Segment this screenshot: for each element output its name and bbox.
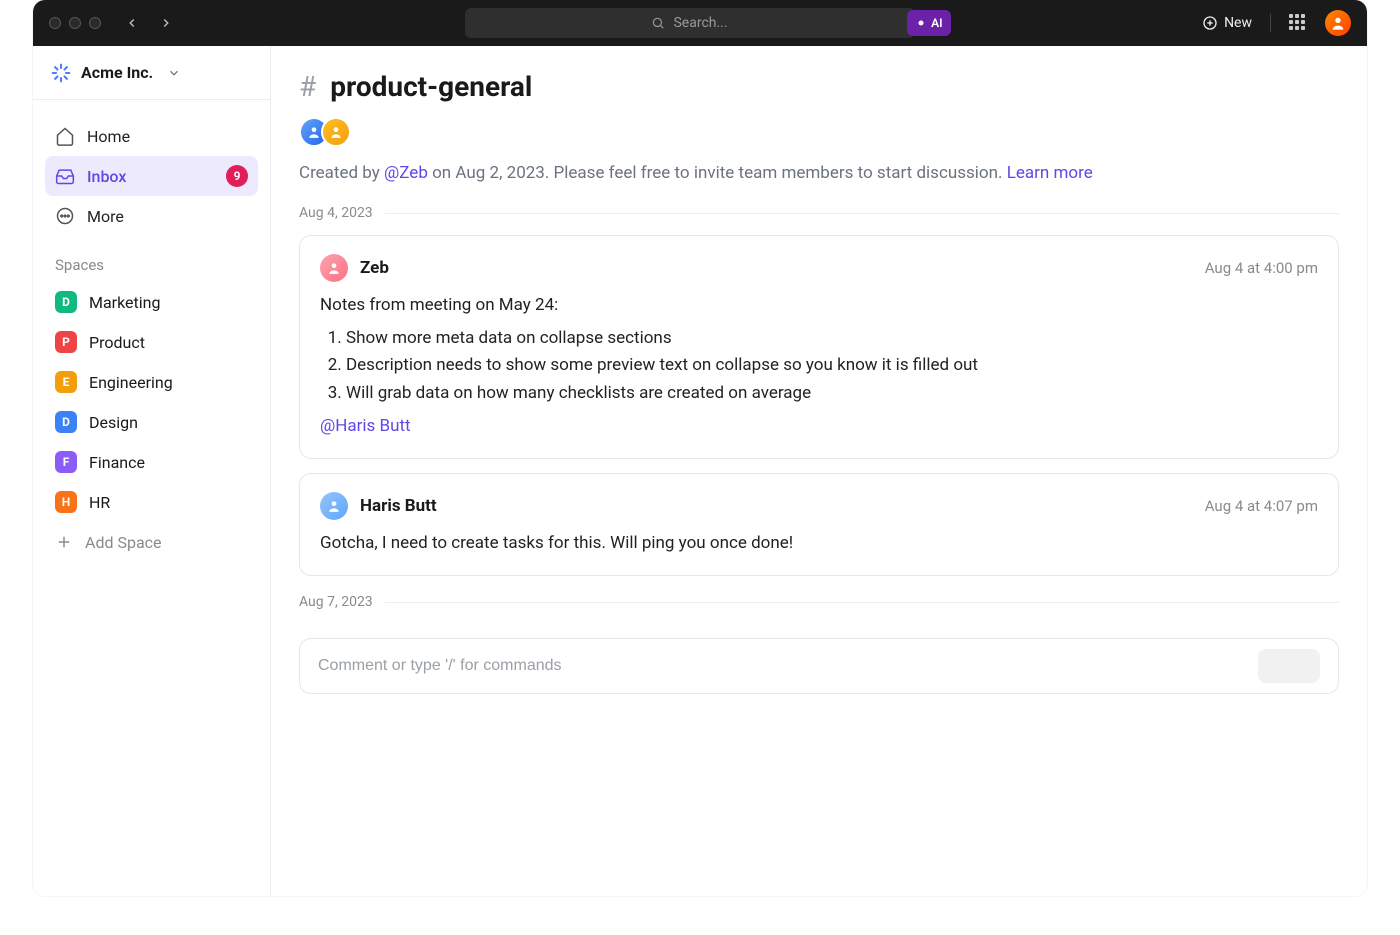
send-button[interactable]: [1258, 649, 1320, 683]
message-timestamp: Aug 4 at 4:00 pm: [1205, 259, 1318, 277]
window-controls: [49, 17, 101, 29]
message-author: Haris Butt: [360, 496, 437, 516]
app-window: Search... AI New: [33, 0, 1367, 896]
ai-badge[interactable]: AI: [907, 10, 950, 36]
member-avatar: [321, 117, 351, 147]
space-label: Finance: [89, 453, 145, 472]
space-badge: D: [55, 411, 77, 433]
nav-home[interactable]: Home: [45, 116, 258, 156]
new-button[interactable]: New: [1202, 15, 1252, 31]
channel-name: product-general: [330, 70, 532, 103]
space-badge: P: [55, 331, 77, 353]
message-body: Notes from meeting on May 24: Show more …: [320, 292, 1318, 440]
composer-input[interactable]: [318, 657, 1258, 675]
list-item: Show more meta data on collapse sections: [346, 325, 1318, 352]
space-badge: E: [55, 371, 77, 393]
message-card[interactable]: Zeb Aug 4 at 4:00 pm Notes from meeting …: [299, 235, 1339, 459]
new-button-label: New: [1224, 15, 1252, 31]
hash-icon: #: [299, 70, 316, 103]
global-search[interactable]: Search... AI: [465, 8, 915, 38]
space-label: Product: [89, 333, 145, 352]
message-timestamp: Aug 4 at 4:07 pm: [1205, 497, 1318, 515]
nav-home-label: Home: [87, 127, 130, 146]
space-item[interactable]: D Design: [33, 402, 270, 442]
space-item[interactable]: D Marketing: [33, 282, 270, 322]
message-body: Gotcha, I need to create tasks for this.…: [320, 530, 1318, 557]
space-badge: F: [55, 451, 77, 473]
workspace-logo-icon: [51, 63, 71, 83]
spaces-heading: Spaces: [33, 242, 270, 282]
date-label: Aug 7, 2023: [299, 594, 373, 610]
message-author-avatar: [320, 492, 348, 520]
list-item: Description needs to show some preview t…: [346, 352, 1318, 379]
close-dot[interactable]: [49, 17, 61, 29]
sidebar: Acme Inc. Home Inbox 9: [33, 46, 271, 896]
nav-inbox-label: Inbox: [87, 167, 126, 186]
maximize-dot[interactable]: [89, 17, 101, 29]
space-label: HR: [89, 493, 110, 512]
channel-header: # product-general: [299, 70, 1339, 103]
member-avatar-stack[interactable]: [299, 117, 1339, 147]
ai-badge-label: AI: [931, 16, 942, 30]
current-user-avatar[interactable]: [1325, 10, 1351, 36]
chevron-down-icon: [167, 66, 181, 80]
space-item[interactable]: P Product: [33, 322, 270, 362]
workspace-switcher[interactable]: Acme Inc.: [33, 46, 270, 100]
divider: [1270, 14, 1271, 32]
plus-circle-icon: [1202, 15, 1218, 31]
titlebar-right: New: [1202, 10, 1351, 36]
date-divider: Aug 7, 2023: [299, 594, 1339, 610]
inbox-count-badge: 9: [226, 165, 248, 187]
nav-more[interactable]: More: [45, 196, 258, 236]
space-badge: H: [55, 491, 77, 513]
search-icon: [651, 16, 665, 30]
home-icon: [55, 126, 75, 146]
message-card[interactable]: Haris Butt Aug 4 at 4:07 pm Gotcha, I ne…: [299, 473, 1339, 576]
channel-description: Created by @Zeb on Aug 2, 2023. Please f…: [299, 163, 1339, 183]
sparkle-icon: [915, 17, 927, 29]
history-nav: [121, 12, 177, 34]
space-item[interactable]: F Finance: [33, 442, 270, 482]
space-label: Marketing: [89, 293, 160, 312]
nav-inbox[interactable]: Inbox 9: [45, 156, 258, 196]
space-label: Design: [89, 413, 138, 432]
plus-icon: [55, 533, 73, 551]
nav-more-label: More: [87, 207, 124, 226]
message-composer[interactable]: [299, 638, 1339, 694]
date-divider: Aug 4, 2023: [299, 205, 1339, 221]
message-author: Zeb: [360, 258, 389, 278]
space-label: Engineering: [89, 373, 173, 392]
back-button[interactable]: [121, 12, 143, 34]
minimize-dot[interactable]: [69, 17, 81, 29]
workspace-name: Acme Inc.: [81, 63, 153, 82]
more-icon: [55, 206, 75, 226]
space-item[interactable]: H HR: [33, 482, 270, 522]
spaces-list: D Marketing P Product E Engineering D Design F Fi…: [33, 282, 270, 522]
date-label: Aug 4, 2023: [299, 205, 373, 221]
space-item[interactable]: E Engineering: [33, 362, 270, 402]
forward-button[interactable]: [155, 12, 177, 34]
learn-more-link[interactable]: Learn more: [1007, 163, 1093, 183]
user-mention[interactable]: @Haris Butt: [320, 413, 1318, 440]
inbox-icon: [55, 166, 75, 186]
space-badge: D: [55, 291, 77, 313]
main-content: # product-general Created by @Zeb on Aug…: [271, 46, 1367, 896]
add-space-button[interactable]: Add Space: [33, 522, 270, 562]
apps-grid-icon[interactable]: [1289, 14, 1307, 32]
search-placeholder-text: Search...: [673, 15, 727, 31]
titlebar: Search... AI New: [33, 0, 1367, 46]
message-author-avatar: [320, 254, 348, 282]
list-item: Will grab data on how many checklists ar…: [346, 380, 1318, 407]
creator-mention[interactable]: @Zeb: [384, 163, 428, 183]
add-space-label: Add Space: [85, 533, 162, 552]
